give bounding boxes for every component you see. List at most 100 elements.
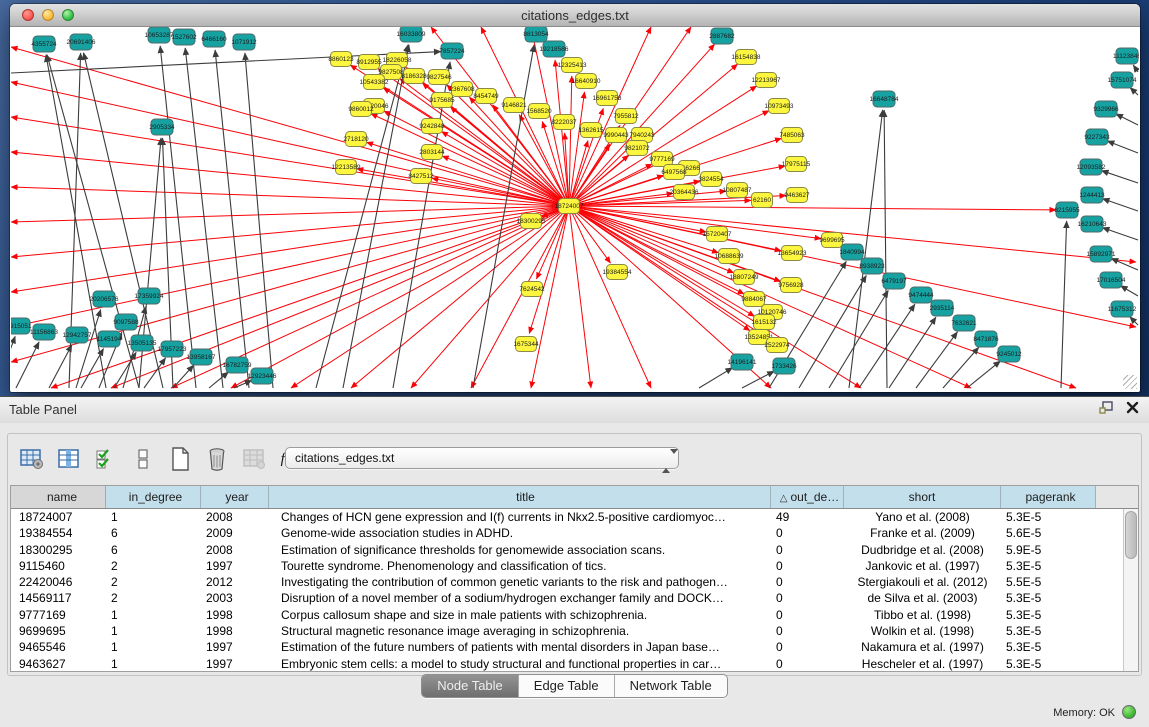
table-cell[interactable]: 2 (106, 558, 201, 574)
citation-edge-black[interactable] (1120, 286, 1138, 296)
graph-node[interactable]: 20364436 (670, 185, 699, 200)
table-cell[interactable]: 1998 (201, 607, 269, 623)
graph-node[interactable]: 1840994 (839, 244, 865, 260)
table-cell[interactable]: 9465546 (11, 639, 106, 655)
graph-node[interactable]: 18807249 (730, 270, 759, 285)
graph-node[interactable]: 16640910 (572, 74, 601, 89)
graph-node[interactable]: 6497568 (661, 165, 687, 180)
graph-node[interactable]: 12942757 (63, 327, 92, 343)
graph-node[interactable]: 12213967 (752, 73, 781, 88)
citation-edge-red[interactable] (11, 208, 561, 362)
graph-node[interactable]: 17016504 (1097, 272, 1126, 288)
graph-node[interactable]: 20206576 (90, 291, 119, 307)
table-cell[interactable]: 9777169 (11, 607, 106, 623)
table-cell[interactable]: Wolkin et al. (1998) (844, 623, 1001, 639)
graph-node[interactable]: 16648784 (870, 91, 899, 107)
table-cell[interactable]: Changes of HCN gene expression and I(f) … (269, 509, 771, 525)
graph-node[interactable]: 9245012 (996, 346, 1022, 362)
table-cell[interactable]: 0 (771, 623, 844, 639)
table-row[interactable]: 1938455462009Genome-wide association stu… (11, 525, 1138, 541)
table-cell[interactable]: 5.3E-5 (1001, 509, 1096, 525)
citation-edge-black[interactable] (1061, 221, 1067, 388)
close-panel-icon[interactable] (1126, 401, 1139, 414)
table-cell[interactable]: Estimation of significance thresholds fo… (269, 542, 771, 558)
table-cell[interactable]: Investigating the contribution of common… (269, 574, 771, 590)
table-row[interactable]: 946554611997Estimation of the future num… (11, 639, 1138, 655)
table-cell[interactable]: 1997 (201, 639, 269, 655)
graph-node[interactable]: 12325413 (558, 58, 587, 73)
table-cell[interactable]: 0 (771, 639, 844, 655)
graph-node[interactable]: 18300295 (517, 214, 546, 229)
table-scrollbar[interactable] (1123, 509, 1138, 671)
table-cell[interactable]: Tibbo et al. (1998) (844, 607, 1001, 623)
table-cell[interactable]: 18300295 (11, 542, 106, 558)
graph-node[interactable]: 2367608 (449, 82, 475, 97)
show-columns-icon[interactable] (55, 445, 83, 473)
graph-node[interactable]: 7857224 (439, 43, 465, 59)
graph-node[interactable]: 15720407 (703, 227, 732, 242)
graph-node[interactable]: 16961758 (593, 91, 622, 106)
table-cell[interactable]: 19384554 (11, 525, 106, 541)
table-row[interactable]: 911546021997Tourette syndrome. Phenomeno… (11, 558, 1138, 574)
graph-node[interactable]: 19384554 (603, 265, 632, 280)
graph-node[interactable]: 17975115 (782, 157, 811, 172)
table-cell[interactable]: Dudbridge et al. (2008) (844, 542, 1001, 558)
citation-edge-red[interactable] (577, 206, 1056, 210)
table-settings-icon[interactable] (18, 445, 46, 473)
graph-node[interactable]: 8427512 (408, 169, 434, 184)
table-cell[interactable]: 2012 (201, 574, 269, 590)
citation-edge-black[interactable] (1102, 199, 1138, 211)
graph-node[interactable]: 17957223 (158, 341, 187, 357)
graph-node[interactable]: 11123846 (1113, 48, 1139, 64)
table-cell[interactable]: 0 (771, 590, 844, 606)
citation-edge-black[interactable] (245, 53, 273, 388)
table-cell[interactable]: 6 (106, 525, 201, 541)
table-cell[interactable]: 9115460 (11, 558, 106, 574)
graph-node[interactable]: 10653287 (145, 27, 174, 43)
table-cell[interactable]: 5.3E-5 (1001, 656, 1096, 672)
graph-node[interactable]: 9242848 (419, 119, 445, 134)
table-cell[interactable]: Tourette syndrome. Phenomenology and cla… (269, 558, 771, 574)
graph-node[interactable]: 9474444 (908, 287, 934, 303)
table-cell[interactable]: Stergiakouli et al. (2012) (844, 574, 1001, 590)
table-cell[interactable]: 22420046 (11, 574, 106, 590)
graph-node[interactable]: 16782759 (223, 357, 252, 373)
table-scrollbar-thumb[interactable] (1125, 511, 1137, 559)
graph-node[interactable]: 9146821 (501, 98, 527, 113)
graph-node[interactable]: 10973493 (765, 99, 794, 114)
citation-edge-black[interactable] (884, 110, 887, 388)
graph-node[interactable]: 1362615 (578, 123, 604, 138)
table-row[interactable]: 969969511998Structural magnetic resonanc… (11, 623, 1138, 639)
window-titlebar[interactable]: citations_edges.txt (10, 4, 1140, 27)
citation-edge-black[interactable] (699, 368, 733, 388)
graph-node[interactable]: 9097588 (113, 314, 139, 330)
graph-node[interactable]: 1527602 (171, 29, 197, 45)
graph-node[interactable]: 4355724 (31, 36, 57, 52)
table-cell[interactable]: 6 (106, 542, 201, 558)
citation-edge-red[interactable] (432, 178, 561, 204)
table-cell[interactable]: Jankovic et al. (1997) (844, 558, 1001, 574)
table-cell[interactable]: 2008 (201, 509, 269, 525)
citation-edge-black[interactable] (1102, 228, 1138, 240)
graph-node[interactable]: 1733426 (771, 358, 797, 374)
citation-edge-red[interactable] (529, 214, 566, 334)
graph-node[interactable]: 2905334 (149, 119, 175, 135)
citation-edge-black[interactable] (1133, 65, 1138, 72)
table-cell[interactable]: 49 (771, 509, 844, 525)
table-row[interactable]: 946362711997Embryonic stem cells: a mode… (11, 656, 1138, 672)
table-cell[interactable]: 1 (106, 656, 201, 672)
table-cell[interactable]: Estimation of the future numbers of pati… (269, 639, 771, 655)
table-cell[interactable]: 5.5E-5 (1001, 574, 1096, 590)
citation-edge-black[interactable] (47, 55, 139, 388)
citation-edge-black[interactable] (1116, 114, 1138, 125)
column-header-short[interactable]: short (844, 486, 1001, 508)
table-cell[interactable]: 0 (771, 574, 844, 590)
graph-node[interactable]: 9756928 (778, 278, 804, 293)
table-row[interactable]: 1872400712008Changes of HCN gene express… (11, 509, 1138, 525)
graph-node[interactable]: 20691406 (67, 34, 96, 50)
delete-table-icon[interactable] (203, 445, 231, 473)
graph-node[interactable]: 7485063 (779, 128, 805, 143)
graph-node[interactable]: 2935114 (930, 300, 955, 316)
graph-node[interactable]: 11675312 (1108, 301, 1137, 317)
table-cell[interactable]: 1 (106, 509, 201, 525)
